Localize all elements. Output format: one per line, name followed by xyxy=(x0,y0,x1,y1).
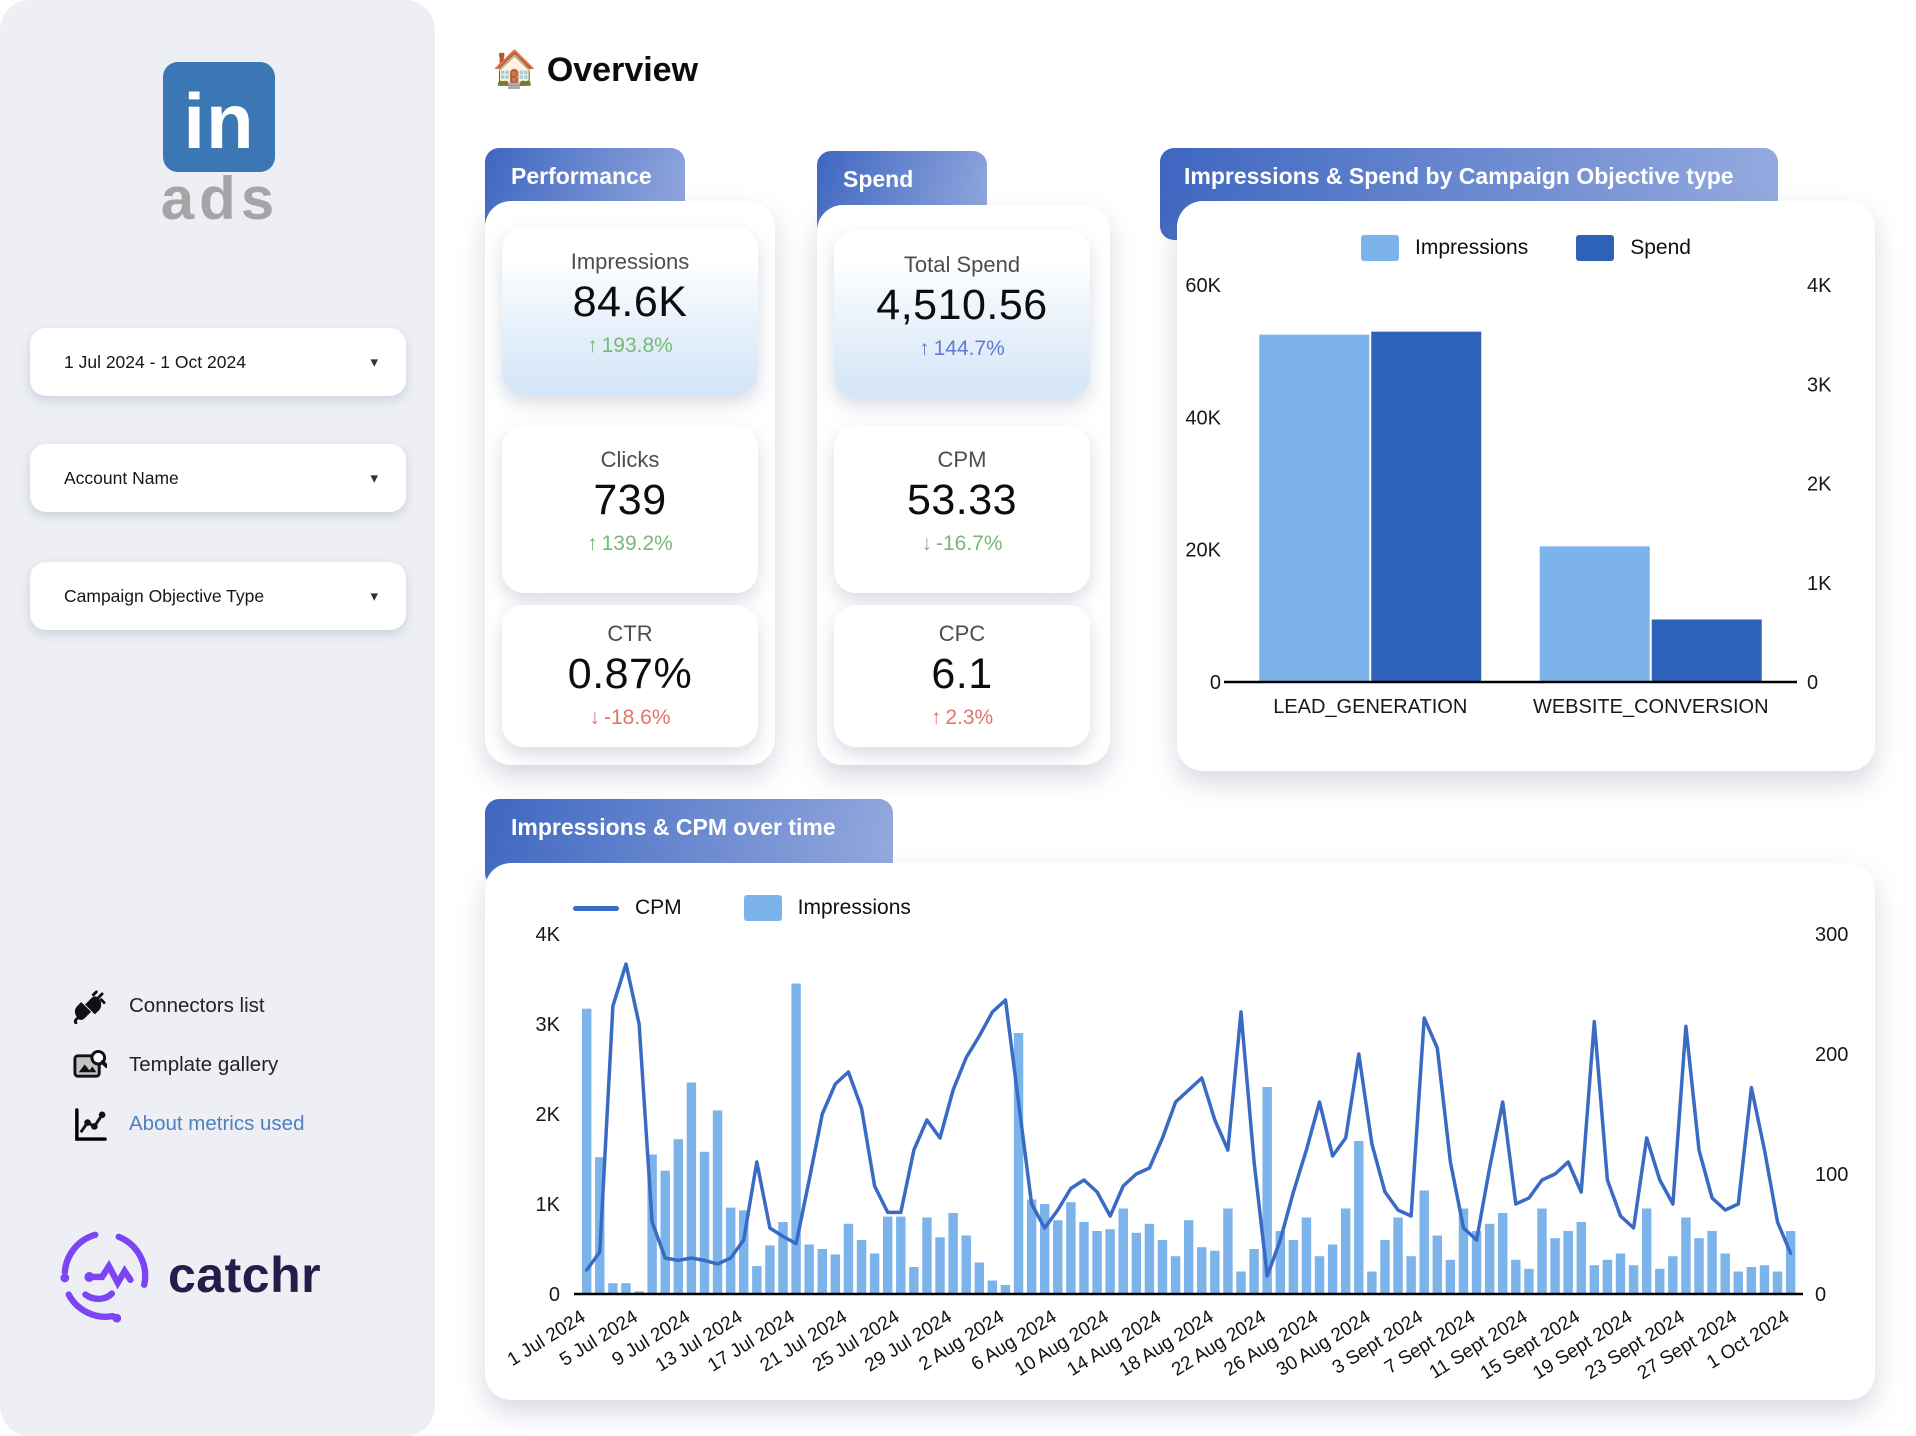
metric-label: CTR xyxy=(607,621,653,646)
svg-text:0: 0 xyxy=(1807,672,1818,694)
metric-delta: ↑ 139.2% xyxy=(587,532,673,555)
about-metrics-label: About metrics used xyxy=(129,1112,305,1135)
up-arrow-icon: ↑ xyxy=(919,337,930,360)
ctr-metric-card: CTR 0.87% ↓ -18.6% xyxy=(502,605,758,747)
svg-text:3K: 3K xyxy=(1807,374,1832,396)
account-name-value: Account Name xyxy=(64,467,179,488)
plug-icon xyxy=(73,989,106,1024)
linkedin-logo-text: in xyxy=(183,77,255,165)
date-range-value: 1 Jul 2024 - 1 Oct 2024 xyxy=(64,351,246,372)
account-name-filter[interactable]: Account Name ▾ xyxy=(30,444,406,512)
image-search-icon xyxy=(73,1049,107,1078)
template-gallery-label: Template gallery xyxy=(129,1053,279,1076)
up-arrow-icon: ↑ xyxy=(587,334,598,357)
svg-text:0: 0 xyxy=(1210,672,1221,694)
metric-delta: ↓ -18.6% xyxy=(589,706,671,729)
performance-card: Impressions 84.6K ↑ 193.8% Clicks 739 ↑ 13… xyxy=(485,201,775,765)
cpm-metric-card: CPM 53.33 ↓ -16.7% xyxy=(834,425,1090,593)
metric-label: Total Spend xyxy=(903,252,1021,277)
legend-item-impressions: Impressions xyxy=(1361,235,1528,261)
chevron-down-icon: ▾ xyxy=(370,470,378,487)
date-range-filter[interactable]: 1 Jul 2024 - 1 Oct 2024 ▾ xyxy=(30,328,406,396)
house-icon: 🏠 xyxy=(492,48,537,89)
metric-delta: ↑ 193.8% xyxy=(587,334,673,357)
legend-item-spend: Spend xyxy=(1576,235,1691,261)
about-metrics-link[interactable]: About metrics used xyxy=(72,1104,304,1144)
cpc-metric-card: CPC 6.1 ↑ 2.3% xyxy=(834,605,1090,747)
connectors-list-label: Connectors list xyxy=(129,994,265,1017)
impressions-swatch-icon xyxy=(1361,235,1400,261)
svg-text:0: 0 xyxy=(549,1284,560,1306)
metric-value: 84.6K xyxy=(572,278,688,326)
svg-text:4K: 4K xyxy=(1807,275,1832,297)
down-arrow-icon: ↓ xyxy=(921,532,932,555)
up-arrow-icon: ↑ xyxy=(930,706,942,729)
svg-text:0: 0 xyxy=(1815,1284,1826,1306)
impressions-cpm-time-chart: 01K2K3K4K01002003001 Jul 20245 Jul 20249… xyxy=(504,924,1849,1384)
svg-text:20K: 20K xyxy=(1185,540,1221,562)
svg-text:LEAD_GENERATION: LEAD_GENERATION xyxy=(1273,696,1467,718)
impressions-metric-card: Impressions 84.6K ↑ 193.8% xyxy=(502,227,758,395)
sidebar: in ads 1 Jul 2024 - 1 Oct 2024 ▾ Account… xyxy=(0,0,435,1436)
svg-text:WEBSITE_CONVERSION: WEBSITE_CONVERSION xyxy=(1533,696,1769,718)
page-title: 🏠 Overview xyxy=(492,48,699,89)
catchr-wordmark: catchr xyxy=(168,1247,322,1303)
chevron-down-icon: ▾ xyxy=(370,354,378,371)
svg-text:200: 200 xyxy=(1815,1044,1848,1066)
svg-text:1K: 1K xyxy=(1807,573,1832,595)
catchr-brand[interactable]: catchr xyxy=(56,1226,321,1324)
svg-text:60K: 60K xyxy=(1185,275,1221,297)
metric-label: Clicks xyxy=(600,447,660,472)
svg-text:2K: 2K xyxy=(1807,474,1832,496)
catchr-logo-icon xyxy=(60,1231,149,1323)
metric-delta: ↓ -16.7% xyxy=(921,532,1003,555)
campaign-objective-value: Campaign Objective Type xyxy=(64,585,265,606)
spend-card: Total Spend 4,510.56 ↑ 144.7% CPM 53.33 ↓… xyxy=(817,205,1110,765)
metric-value: 739 xyxy=(593,476,667,524)
svg-text:2K: 2K xyxy=(536,1104,561,1126)
total-spend-metric-card: Total Spend 4,510.56 ↑ 144.7% xyxy=(834,230,1090,398)
metric-value: 53.33 xyxy=(906,476,1018,524)
objective-chart-card: Impressions Spend 0 20K 40K 60K 0 1K 2K 3K 4K LEA… xyxy=(1177,201,1875,771)
ads-wordmark: ads xyxy=(160,165,280,232)
metric-value: 0.87% xyxy=(567,650,693,698)
spend-swatch-icon xyxy=(1576,235,1615,261)
linkedin-logo-icon: in xyxy=(163,62,275,172)
template-gallery-link[interactable]: Template gallery xyxy=(72,1045,278,1085)
metrics-chart-icon xyxy=(75,1107,107,1141)
clicks-metric-card: Clicks 739 ↑ 139.2% xyxy=(502,425,758,593)
metric-label: Impressions xyxy=(570,249,690,274)
svg-text:4K: 4K xyxy=(536,924,561,946)
metric-label: CPM xyxy=(937,447,987,472)
objective-chart-legend: Impressions Spend xyxy=(1177,235,1875,261)
metric-delta: ↑ 2.3% xyxy=(930,706,994,729)
svg-text:3K: 3K xyxy=(536,1014,561,1036)
svg-text:300: 300 xyxy=(1815,924,1848,946)
connectors-list-link[interactable]: Connectors list xyxy=(72,986,265,1026)
up-arrow-icon: ↑ xyxy=(587,532,598,555)
campaign-objective-filter[interactable]: Campaign Objective Type ▾ xyxy=(30,562,406,630)
metric-delta: ↑ 144.7% xyxy=(919,337,1005,360)
chevron-down-icon: ▾ xyxy=(370,588,378,605)
objective-bar-chart: 0 20K 40K 60K 0 1K 2K 3K 4K LEAD_GENERATION WEBSIT… xyxy=(1185,275,1832,718)
metric-value: 4,510.56 xyxy=(876,281,1048,329)
metric-label: CPC xyxy=(938,621,986,646)
svg-text:40K: 40K xyxy=(1185,407,1221,429)
dashboard-page: in ads 1 Jul 2024 - 1 Oct 2024 ▾ Account… xyxy=(0,0,1916,1436)
svg-text:1K: 1K xyxy=(536,1194,561,1216)
metric-value: 6.1 xyxy=(931,650,993,698)
time-chart-card: CPM Impressions 0 1K 2K 3K 4K 0 100 200 300 1 Jul… xyxy=(485,863,1875,1400)
down-arrow-icon: ↓ xyxy=(589,706,600,729)
svg-text:100: 100 xyxy=(1815,1164,1848,1186)
